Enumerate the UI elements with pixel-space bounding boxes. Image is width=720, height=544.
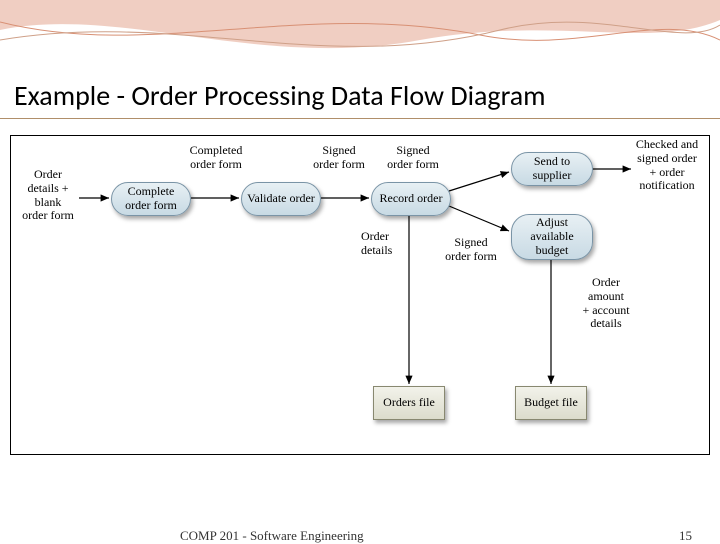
label-order-details: Order details xyxy=(361,230,409,258)
label-order-amount: Order amount + account details xyxy=(571,276,641,331)
slide-title: Example - Order Processing Data Flow Dia… xyxy=(14,78,706,113)
footer-course: COMP 201 - Software Engineering xyxy=(180,528,364,544)
label-signed-order-form-2: Signed order form xyxy=(383,144,443,172)
label-signed-order-form-3: Signed order form xyxy=(441,236,501,264)
file-budget-file: Budget file xyxy=(515,386,587,420)
header-wave-decoration xyxy=(0,0,720,90)
dataflow-diagram: Order details + blank order form Complet… xyxy=(10,135,710,455)
process-record-order: Record order xyxy=(371,182,451,216)
label-input: Order details + blank order form xyxy=(17,168,79,223)
process-validate-order: Validate order xyxy=(241,182,321,216)
title-underline xyxy=(0,118,720,119)
label-output-top: Checked and signed order + order notific… xyxy=(625,138,709,193)
label-completed-order-form: Completed order form xyxy=(181,144,251,172)
process-adjust-available-budget: Adjust available budget xyxy=(511,214,593,260)
process-complete-order-form: Complete order form xyxy=(111,182,191,216)
file-orders-file: Orders file xyxy=(373,386,445,420)
process-send-to-supplier: Send to supplier xyxy=(511,152,593,186)
footer-page-number: 15 xyxy=(679,528,692,544)
label-signed-order-form-1: Signed order form xyxy=(309,144,369,172)
